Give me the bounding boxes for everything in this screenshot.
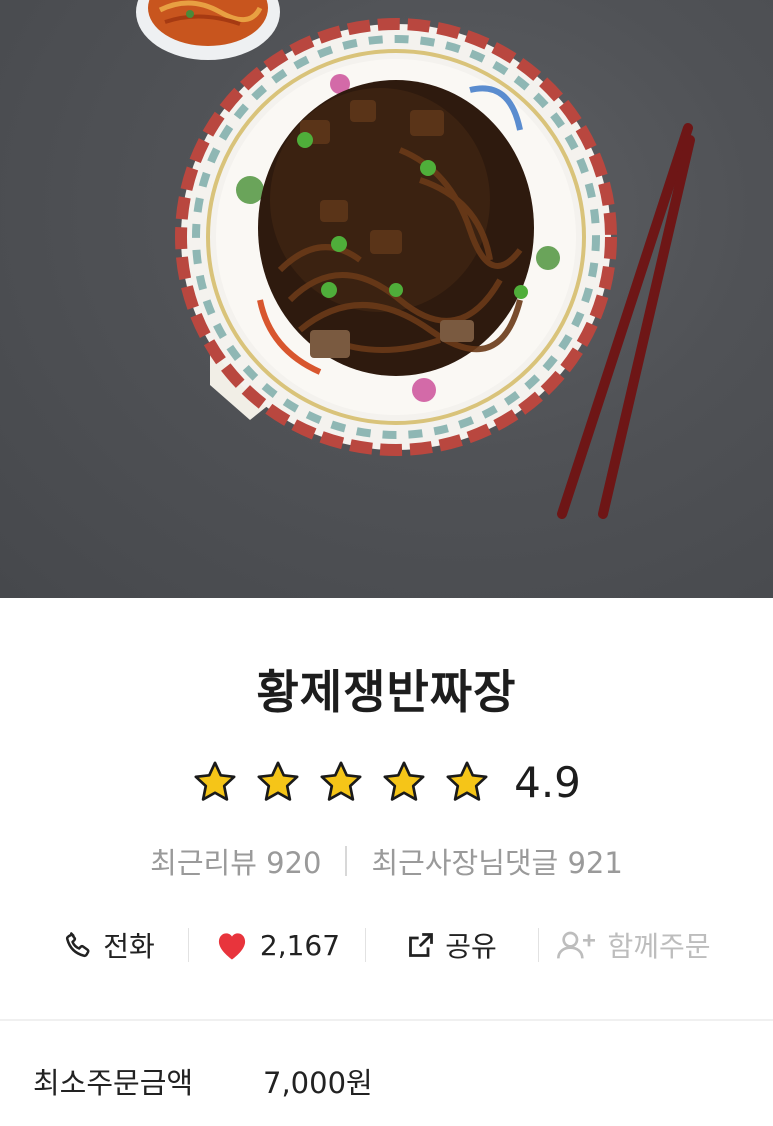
store-hero-image [0, 0, 773, 598]
rating-stars [192, 759, 490, 805]
store-name: 황제쟁반짜장 [256, 665, 517, 719]
group-order-button[interactable]: 함께주문 [539, 915, 729, 975]
phone-icon [66, 932, 90, 957]
min-order-label: 최소주문금액 [33, 1066, 194, 1100]
favorite-button[interactable]: 2,167 [189, 915, 365, 975]
call-label: 전화 [103, 930, 155, 963]
min-order-row: 최소주문금액 7,000원 [33, 1060, 373, 1102]
likes-count: 2,167 [259, 928, 341, 962]
star-icon [383, 761, 425, 801]
star-icon [320, 761, 362, 801]
divider [345, 846, 348, 876]
rating-row: 4.9 [0, 756, 773, 808]
recent-owner-replies-link[interactable]: 최근사장님댓글 921 [371, 840, 622, 882]
review-counts: 최근리뷰 920 최근사장님댓글 921 [0, 840, 773, 882]
rating-value: 4.9 [514, 757, 581, 807]
call-button[interactable]: 전화 [30, 915, 188, 975]
recent-reviews-link[interactable]: 최근리뷰 920 [150, 840, 321, 882]
group-order-label: 함께주문 [607, 930, 711, 963]
action-bar: 전화 2,167 공유 함께주문 [30, 915, 743, 975]
section-divider [0, 1019, 773, 1021]
share-button[interactable]: 공유 [366, 915, 538, 975]
jjajang-plate-illustration [136, 0, 695, 519]
heart-icon [218, 933, 245, 960]
star-icon [446, 761, 488, 801]
add-user-icon [557, 931, 596, 959]
share-label: 공유 [445, 930, 497, 963]
star-icon [194, 761, 236, 801]
min-order-value: 7,000원 [263, 1066, 373, 1100]
star-icon [257, 761, 299, 801]
share-icon [409, 933, 434, 957]
